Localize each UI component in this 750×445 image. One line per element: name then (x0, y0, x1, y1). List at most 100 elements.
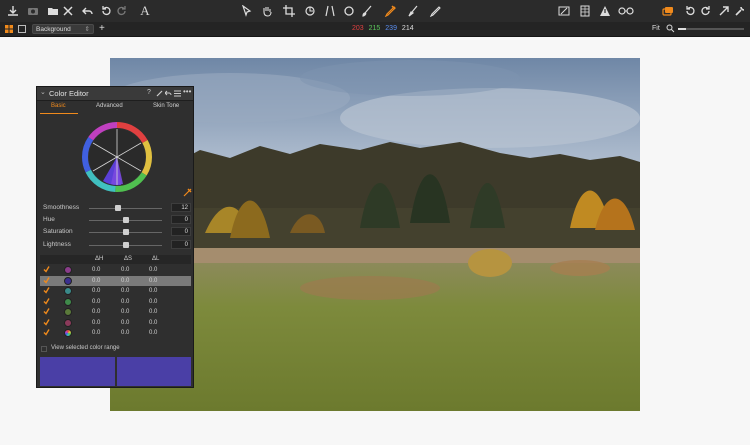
cell-dh[interactable]: 0.0 (92, 318, 100, 328)
camera-icon[interactable] (26, 4, 40, 18)
zoom-fit-label[interactable]: Fit (652, 24, 660, 34)
tab-skin-tone[interactable]: Skin Tone (153, 103, 179, 109)
table-row[interactable]: 0.0 0.0 0.0 (40, 328, 191, 338)
select-cursor-icon[interactable] (240, 4, 254, 18)
color-range-dot[interactable] (64, 308, 72, 316)
table-row[interactable]: 0.0 0.0 0.0 (40, 297, 191, 307)
brush-icon[interactable] (360, 4, 374, 18)
cell-ds[interactable]: 0.0 (121, 328, 129, 338)
exposure-warning-icon[interactable] (598, 4, 612, 18)
color-range-dot[interactable] (64, 297, 72, 306)
panel-undo-icon[interactable] (164, 90, 172, 99)
lightness-value[interactable]: 0 (171, 240, 191, 249)
reset-icon[interactable] (684, 4, 696, 18)
proof-glasses-icon[interactable] (617, 4, 635, 18)
lightness-slider-thumb[interactable] (122, 242, 129, 248)
cell-ds[interactable]: 0.0 (121, 297, 129, 307)
background-select-label: Background (36, 26, 71, 33)
hue-slider-thumb[interactable] (122, 217, 129, 223)
color-range-dot[interactable] (64, 266, 72, 274)
saturation-value[interactable]: 0 (171, 227, 191, 236)
before-after-icon[interactable] (557, 4, 571, 18)
cell-dl[interactable]: 0.0 (149, 265, 157, 275)
cell-dh[interactable]: 0.0 (92, 297, 100, 307)
spot-removal-icon[interactable] (342, 4, 356, 18)
row-checkbox[interactable] (43, 329, 50, 336)
row-checkbox[interactable] (43, 318, 50, 326)
cell-dl[interactable]: 0.0 (149, 297, 157, 307)
cell-ds[interactable]: 0.0 (121, 276, 129, 286)
import-icon[interactable] (6, 4, 20, 18)
delete-icon[interactable] (62, 4, 74, 18)
row-checkbox[interactable] (43, 297, 50, 305)
table-row[interactable]: 0.0 0.0 0.0 (40, 318, 191, 328)
rotate-left-icon[interactable] (100, 4, 112, 18)
mask-brush-icon[interactable] (406, 4, 420, 18)
table-row[interactable]: 0.0 0.0 0.0 (40, 286, 191, 296)
cell-ds[interactable]: 0.0 (121, 307, 129, 317)
smoothness-slider-thumb[interactable] (115, 205, 122, 211)
annotation-icon[interactable] (428, 4, 442, 18)
zoom-icon[interactable] (666, 24, 676, 34)
row-checkbox[interactable] (43, 308, 50, 315)
pan-hand-icon[interactable] (260, 4, 274, 18)
crop-icon[interactable] (282, 4, 296, 18)
color-range-dot[interactable] (64, 329, 72, 337)
color-range-dot[interactable] (64, 318, 72, 327)
copy-apply-icon[interactable] (661, 4, 675, 18)
cell-dh[interactable]: 0.0 (92, 276, 100, 286)
hue-value[interactable]: 0 (171, 215, 191, 224)
cell-dl[interactable]: 0.0 (149, 286, 157, 296)
cell-ds[interactable]: 0.0 (121, 265, 129, 275)
auto-picker-icon[interactable] (183, 188, 192, 199)
cell-dh[interactable]: 0.0 (92, 328, 100, 338)
smoothness-slider[interactable] (89, 208, 162, 209)
cell-ds[interactable]: 0.0 (121, 318, 129, 328)
view-range-checkbox[interactable] (41, 346, 47, 352)
cell-dl[interactable]: 0.0 (149, 318, 157, 328)
more-icon[interactable]: ••• (183, 87, 191, 96)
color-picker-icon[interactable] (383, 4, 397, 18)
export-icon[interactable] (718, 4, 730, 18)
row-checkbox[interactable] (43, 266, 50, 273)
add-layer-icon[interactable]: + (99, 22, 105, 36)
collapse-chevron-icon[interactable]: ⌄ (40, 88, 46, 96)
cell-dh[interactable]: 0.0 (92, 307, 100, 317)
table-row[interactable]: 0.0 0.0 0.0 (40, 275, 191, 286)
cell-ds[interactable]: 0.0 (121, 286, 129, 296)
help-icon[interactable]: ? (147, 89, 151, 96)
text-tool-icon[interactable]: A (138, 3, 152, 18)
tab-advanced[interactable]: Advanced (96, 103, 123, 109)
tab-basic[interactable]: Basic (51, 103, 66, 109)
color-range-dot[interactable] (64, 276, 72, 285)
rotate-right-icon[interactable] (116, 4, 128, 18)
grid-icon[interactable] (578, 4, 592, 18)
folder-icon[interactable] (46, 4, 60, 18)
settings-wrench-icon[interactable] (734, 4, 746, 18)
smoothness-value[interactable]: 12 (171, 203, 191, 212)
redo-icon[interactable] (700, 4, 712, 18)
picker-icon[interactable] (156, 90, 163, 99)
cell-dh[interactable]: 0.0 (92, 265, 100, 275)
undo-icon[interactable] (82, 4, 94, 18)
table-row[interactable]: 0.0 0.0 0.0 (40, 265, 191, 275)
color-range-dot[interactable] (64, 287, 72, 295)
row-checkbox[interactable] (43, 287, 50, 294)
col-header-ds: ΔS (124, 256, 133, 262)
cell-dl[interactable]: 0.0 (149, 328, 157, 338)
zoom-slider[interactable] (678, 28, 744, 30)
list-menu-icon[interactable] (174, 90, 181, 99)
cell-dl[interactable]: 0.0 (149, 307, 157, 317)
keystone-icon[interactable] (323, 4, 337, 18)
background-select[interactable]: Background ⇕ (32, 24, 94, 34)
row-checkbox[interactable] (43, 276, 50, 284)
single-view-icon[interactable] (18, 25, 26, 33)
multi-view-icon[interactable] (5, 25, 13, 33)
saturation-slider-thumb[interactable] (122, 229, 129, 235)
saturation-label: Saturation (43, 228, 73, 235)
table-row[interactable]: 0.0 0.0 0.0 (40, 307, 191, 317)
cell-dl[interactable]: 0.0 (149, 276, 157, 286)
color-wheel[interactable] (81, 121, 153, 193)
cell-dh[interactable]: 0.0 (92, 286, 100, 296)
rotate-tool-icon[interactable] (303, 4, 317, 18)
